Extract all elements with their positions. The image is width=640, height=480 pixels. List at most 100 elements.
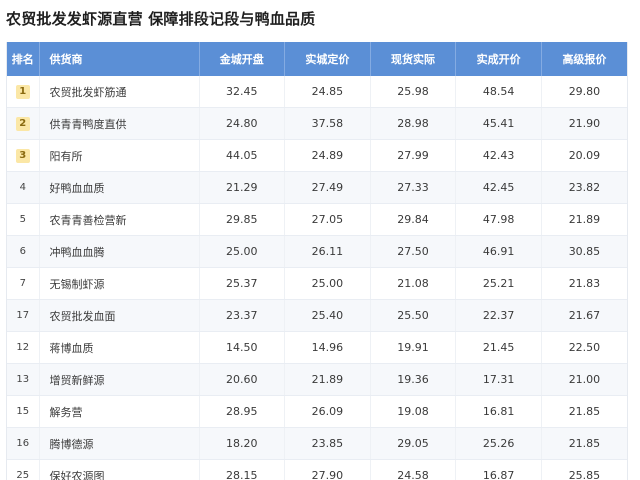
rank-cell: 13 <box>7 363 40 396</box>
rank-cell: 17 <box>7 299 40 332</box>
value-cell: 21.83 <box>541 267 627 300</box>
value-cell: 14.50 <box>199 331 286 364</box>
value-cell: 42.45 <box>455 171 542 204</box>
table-row[interactable]: 13 增贸新鲜源 20.60 21.89 19.36 17.31 21.00 <box>7 363 627 396</box>
table-row[interactable]: 1 农贸批发虾筋通 32.45 24.85 25.98 48.54 29.80 <box>7 76 627 108</box>
column-header-col4[interactable]: 实城定价 <box>284 42 371 76</box>
value-cell: 28.98 <box>370 107 457 140</box>
value-cell: 37.58 <box>284 107 371 140</box>
rank-number: 25 <box>16 470 30 480</box>
value-cell: 30.85 <box>541 235 627 268</box>
supplier-name-cell: 无锡制虾源 <box>39 267 200 300</box>
column-header-rank[interactable]: 排名 <box>7 42 40 76</box>
value-cell: 26.11 <box>284 235 371 268</box>
value-cell: 44.05 <box>199 139 286 172</box>
column-header-col3[interactable]: 金城开盘 <box>199 42 286 76</box>
column-header-supplier[interactable]: 供货商 <box>39 42 200 76</box>
value-cell: 24.58 <box>370 459 457 480</box>
value-cell: 47.98 <box>455 203 542 236</box>
rank-badge: 3 <box>15 149 30 163</box>
table-row[interactable]: 2 供青青鸭度直供 24.80 37.58 28.98 45.41 21.90 <box>7 107 627 140</box>
column-header-col6[interactable]: 实成开价 <box>455 42 542 76</box>
rank-cell: 3 <box>7 139 40 172</box>
rank-cell: 25 <box>7 459 40 480</box>
table-row[interactable]: 25 保好农源图 28.15 27.90 24.58 16.87 25.85 <box>7 459 627 480</box>
value-cell: 20.60 <box>199 363 286 396</box>
table-row[interactable]: 4 好鸭血血质 21.29 27.49 27.33 42.45 23.82 <box>7 171 627 204</box>
page-title: 农贸批发发虾源直营 保障排段记段与鸭血品质 <box>6 10 316 28</box>
table-row[interactable]: 16 腾博德源 18.20 23.85 29.05 25.26 21.85 <box>7 427 627 460</box>
supplier-name-cell: 好鸭血血质 <box>39 171 200 204</box>
rank-number: 16 <box>16 438 30 449</box>
table-row[interactable]: 6 冲鸭血血腾 25.00 26.11 27.50 46.91 30.85 <box>7 235 627 268</box>
value-cell: 25.00 <box>284 267 371 300</box>
rank-cell: 5 <box>7 203 40 236</box>
table-row[interactable]: 3 阳有所 44.05 24.89 27.99 42.43 20.09 <box>7 139 627 172</box>
value-cell: 21.45 <box>455 331 542 364</box>
value-cell: 21.67 <box>541 299 627 332</box>
value-cell: 25.50 <box>370 299 457 332</box>
supplier-name-cell: 蒋博血质 <box>39 331 200 364</box>
value-cell: 46.91 <box>455 235 542 268</box>
value-cell: 23.82 <box>541 171 627 204</box>
table-row[interactable]: 17 农贸批发血面 23.37 25.40 25.50 22.37 21.67 <box>7 299 627 332</box>
table-header-row: 排名 供货商 金城开盘 实城定价 现货实际 实成开价 高级报价 <box>7 42 627 76</box>
rank-number: 13 <box>16 374 30 385</box>
ranking-table-container: 排名 供货商 金城开盘 实城定价 现货实际 实成开价 高级报价 1 农贸批发虾筋通… <box>6 42 628 480</box>
value-cell: 27.99 <box>370 139 457 172</box>
page: 农贸批发发虾源直营 保障排段记段与鸭血品质 排名 供货商 金城开盘 实城定价 现… <box>0 0 640 480</box>
value-cell: 19.08 <box>370 395 457 428</box>
value-cell: 45.41 <box>455 107 542 140</box>
value-cell: 24.89 <box>284 139 371 172</box>
value-cell: 21.00 <box>541 363 627 396</box>
supplier-name-cell: 冲鸭血血腾 <box>39 235 200 268</box>
value-cell: 21.85 <box>541 427 627 460</box>
value-cell: 48.54 <box>455 76 542 108</box>
value-cell: 25.85 <box>541 459 627 480</box>
value-cell: 25.98 <box>370 76 457 108</box>
value-cell: 42.43 <box>455 139 542 172</box>
rank-cell: 4 <box>7 171 40 204</box>
value-cell: 21.29 <box>199 171 286 204</box>
rank-number: 5 <box>19 214 26 225</box>
table-row[interactable]: 15 解务营 28.95 26.09 19.08 16.81 21.85 <box>7 395 627 428</box>
value-cell: 16.81 <box>455 395 542 428</box>
rank-badge: 1 <box>15 85 30 99</box>
rank-cell: 16 <box>7 427 40 460</box>
value-cell: 21.85 <box>541 395 627 428</box>
value-cell: 23.37 <box>199 299 286 332</box>
value-cell: 28.15 <box>199 459 286 480</box>
supplier-name-cell: 农青青善检营新 <box>39 203 200 236</box>
value-cell: 23.85 <box>284 427 371 460</box>
value-cell: 29.85 <box>199 203 286 236</box>
supplier-name-cell: 农贸批发虾筋通 <box>39 76 200 108</box>
value-cell: 29.84 <box>370 203 457 236</box>
rank-cell: 6 <box>7 235 40 268</box>
table-row[interactable]: 5 农青青善检营新 29.85 27.05 29.84 47.98 21.89 <box>7 203 627 236</box>
value-cell: 28.95 <box>199 395 286 428</box>
supplier-name-cell: 增贸新鲜源 <box>39 363 200 396</box>
supplier-name-cell: 农贸批发血面 <box>39 299 200 332</box>
rank-cell: 1 <box>7 76 40 108</box>
value-cell: 19.91 <box>370 331 457 364</box>
value-cell: 32.45 <box>199 76 286 108</box>
value-cell: 20.09 <box>541 139 627 172</box>
table-row[interactable]: 7 无锡制虾源 25.37 25.00 21.08 25.21 21.83 <box>7 267 627 300</box>
rank-number: 17 <box>16 310 30 321</box>
value-cell: 18.20 <box>199 427 286 460</box>
value-cell: 27.05 <box>284 203 371 236</box>
ranking-table: 排名 供货商 金城开盘 实城定价 现货实际 实成开价 高级报价 1 农贸批发虾筋通… <box>7 42 627 480</box>
value-cell: 24.85 <box>284 76 371 108</box>
value-cell: 25.37 <box>199 267 286 300</box>
value-cell: 27.50 <box>370 235 457 268</box>
value-cell: 25.00 <box>199 235 286 268</box>
value-cell: 22.37 <box>455 299 542 332</box>
supplier-name-cell: 腾博德源 <box>39 427 200 460</box>
column-header-col5[interactable]: 现货实际 <box>370 42 457 76</box>
rank-cell: 12 <box>7 331 40 364</box>
table-row[interactable]: 12 蒋博血质 14.50 14.96 19.91 21.45 22.50 <box>7 331 627 364</box>
column-header-col7[interactable]: 高级报价 <box>541 42 627 76</box>
value-cell: 29.05 <box>370 427 457 460</box>
rank-cell: 2 <box>7 107 40 140</box>
rank-badge: 2 <box>15 117 30 131</box>
